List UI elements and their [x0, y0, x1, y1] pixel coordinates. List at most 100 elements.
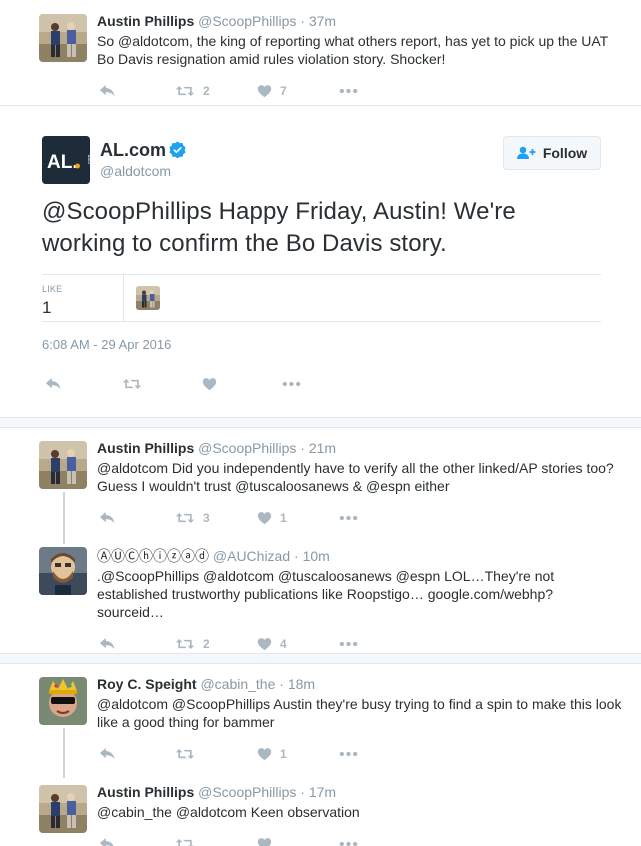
reply-icon	[45, 377, 62, 391]
reply-tweet[interactable]: ⒶⓊⒸⓗⓘⓩⓐⓓ @AUChizad · 10m .@ScoopPhillips…	[0, 535, 641, 661]
follow-button[interactable]: Follow	[503, 136, 601, 170]
tweet-stats: LIKE 1	[42, 274, 601, 322]
likes-label: LIKE	[42, 284, 63, 294]
reply-icon	[99, 84, 116, 98]
retweet-icon	[175, 837, 195, 846]
like-count: 1	[280, 511, 287, 525]
aldotcom-logo[interactable]: AL. com	[42, 136, 90, 184]
heart-icon	[257, 837, 272, 846]
author-handle[interactable]: @cabin_the	[200, 676, 275, 692]
avatar[interactable]	[39, 14, 87, 62]
likes-count: 1	[42, 298, 52, 317]
tweet-actions: 1	[97, 737, 627, 771]
reply-tweet[interactable]: Roy C. Speight @cabin_the · 18m @aldotco…	[0, 664, 641, 771]
like-button[interactable]: 1	[257, 511, 339, 525]
tweet-card-top[interactable]: Austin Phillips @ScoopPhillips · 37m So …	[0, 0, 641, 106]
like-button[interactable]: 7	[257, 84, 339, 98]
retweet-icon	[122, 377, 142, 391]
retweet-count: 2	[203, 84, 210, 98]
reply-button[interactable]	[97, 84, 175, 98]
more-button[interactable]	[339, 841, 419, 846]
tweet-text: @aldotcom @ScoopPhillips Austin they're …	[97, 696, 622, 730]
more-button[interactable]	[282, 381, 362, 387]
avatar[interactable]	[39, 441, 87, 489]
more-icon	[339, 841, 358, 846]
tweet-time[interactable]: 10m	[303, 548, 330, 564]
author-name[interactable]: Austin Phillips	[97, 13, 194, 29]
like-button[interactable]	[202, 377, 282, 391]
reply-icon	[99, 747, 116, 761]
reply-conversation: Roy C. Speight @cabin_the · 18m @aldotco…	[0, 664, 641, 846]
liker-avatar[interactable]	[136, 286, 160, 310]
tweet-actions: 3 1	[97, 501, 627, 535]
tweet-time[interactable]: 17m	[309, 784, 336, 800]
more-icon	[339, 641, 358, 647]
avatar[interactable]	[39, 547, 87, 595]
follow-label: Follow	[542, 145, 588, 161]
like-count: 1	[280, 747, 287, 761]
dot-separator: ·	[300, 13, 305, 29]
heart-icon	[257, 637, 272, 651]
more-button[interactable]	[339, 515, 419, 521]
retweet-button[interactable]	[122, 377, 202, 391]
author-name[interactable]: Roy C. Speight	[97, 676, 197, 692]
retweet-button[interactable]: 2	[175, 84, 257, 98]
dot-separator: ·	[279, 676, 284, 692]
reply-button[interactable]	[97, 747, 175, 761]
reply-icon	[99, 837, 116, 846]
author-handle[interactable]: @ScoopPhillips	[198, 13, 296, 29]
reply-tweet[interactable]: Austin Phillips @ScoopPhillips · 21m @al…	[0, 428, 641, 535]
like-button[interactable]	[257, 837, 339, 846]
more-icon	[339, 515, 358, 521]
retweet-icon	[175, 637, 195, 651]
author-name[interactable]: ⒶⓊⒸⓗⓘⓩⓐⓓ	[97, 548, 209, 564]
like-button[interactable]: 1	[257, 747, 339, 761]
reply-conversation: Austin Phillips @ScoopPhillips · 21m @al…	[0, 428, 641, 654]
tweet-time[interactable]: 18m	[288, 676, 315, 692]
retweet-icon	[175, 84, 195, 98]
dot-separator: ·	[300, 784, 305, 800]
reply-button[interactable]	[97, 837, 175, 846]
reply-button[interactable]	[97, 637, 175, 651]
tweet-actions	[97, 827, 627, 846]
retweet-button[interactable]	[175, 747, 257, 761]
more-icon	[339, 88, 358, 94]
heart-icon	[202, 377, 217, 391]
verified-badge-icon	[169, 141, 186, 158]
more-button[interactable]	[339, 751, 419, 757]
likes-stat[interactable]: LIKE 1	[42, 275, 124, 321]
more-button[interactable]	[339, 88, 419, 94]
avatar[interactable]	[39, 677, 87, 725]
reply-tweet[interactable]: Austin Phillips @ScoopPhillips · 17m @ca…	[0, 771, 641, 846]
logo-text: AL.	[47, 152, 78, 173]
author-handle[interactable]: @ScoopPhillips	[198, 440, 296, 456]
retweet-button[interactable]: 3	[175, 511, 257, 525]
reply-button[interactable]	[97, 511, 175, 525]
reply-button[interactable]	[42, 377, 122, 391]
tweet-timestamp[interactable]: 6:08 AM - 29 Apr 2016	[42, 337, 601, 352]
avatar[interactable]	[39, 785, 87, 833]
retweet-button[interactable]: 2	[175, 637, 257, 651]
author-handle[interactable]: @AUChizad	[213, 548, 290, 564]
author-handle[interactable]: @ScoopPhillips	[198, 784, 296, 800]
like-button[interactable]: 4	[257, 637, 339, 651]
author-name[interactable]: AL.com	[100, 140, 166, 160]
heart-icon	[257, 84, 272, 98]
section-gap	[0, 418, 641, 428]
retweet-icon	[175, 747, 195, 761]
dot-separator: ·	[300, 440, 305, 456]
retweet-icon	[175, 511, 195, 525]
main-tweet: AL. com AL.com @aldotcom Follow @ScoopPh…	[0, 106, 641, 418]
likers-list	[124, 275, 160, 321]
tweet-time[interactable]: 37m	[309, 13, 336, 29]
author-name[interactable]: Austin Phillips	[97, 784, 194, 800]
tweet-text: @aldotcom Did you independently have to …	[97, 460, 614, 494]
tweet-time[interactable]: 21m	[309, 440, 336, 456]
author-name[interactable]: Austin Phillips	[97, 440, 194, 456]
author-handle[interactable]: @aldotcom	[100, 163, 186, 179]
more-icon	[282, 381, 301, 387]
more-button[interactable]	[339, 641, 419, 647]
reply-icon	[99, 511, 116, 525]
tweet-text: @ScoopPhillips Happy Friday, Austin! We'…	[42, 198, 516, 257]
retweet-button[interactable]	[175, 837, 257, 846]
